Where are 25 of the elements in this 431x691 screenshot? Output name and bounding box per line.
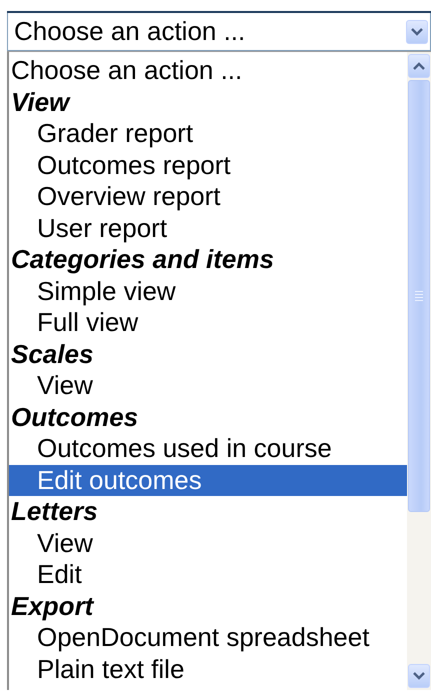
option-group-label: Export — [10, 590, 96, 622]
scroll-down-icon[interactable] — [408, 664, 430, 688]
option-item[interactable]: Edit outcomes — [9, 464, 407, 496]
option-item[interactable]: Grader report — [9, 118, 407, 150]
scroll-thumb[interactable] — [408, 80, 430, 512]
option-group-label: Outcomes — [10, 402, 140, 433]
option-group-label: Scales — [10, 338, 94, 370]
option-group-label: Letters — [10, 496, 99, 528]
option-group-label: Categories and items — [10, 244, 275, 276]
option-item[interactable]: Simple view — [9, 276, 407, 307]
dropdown-value: Choose an action ... — [14, 16, 246, 47]
option-item[interactable]: Outcomes report — [9, 150, 407, 181]
option-item[interactable]: Plain text file — [9, 654, 407, 685]
option-item[interactable]: Edit — [9, 559, 407, 590]
option-item[interactable]: Outcomes used in course — [9, 433, 407, 464]
option-item[interactable]: Overview report — [9, 181, 407, 212]
option-item[interactable]: OpenDocument spreadsheet — [9, 622, 407, 654]
option-item[interactable]: View — [9, 370, 407, 402]
option-item[interactable]: User report — [9, 212, 407, 244]
option-item[interactable]: Full view — [9, 307, 407, 338]
scroll-up-icon[interactable] — [408, 54, 430, 78]
action-dropdown[interactable]: Choose an action ... — [7, 13, 431, 51]
option-item[interactable]: Choose an action ... — [9, 55, 407, 86]
option-item[interactable]: View — [9, 528, 407, 559]
option-group-label: View — [10, 86, 72, 118]
